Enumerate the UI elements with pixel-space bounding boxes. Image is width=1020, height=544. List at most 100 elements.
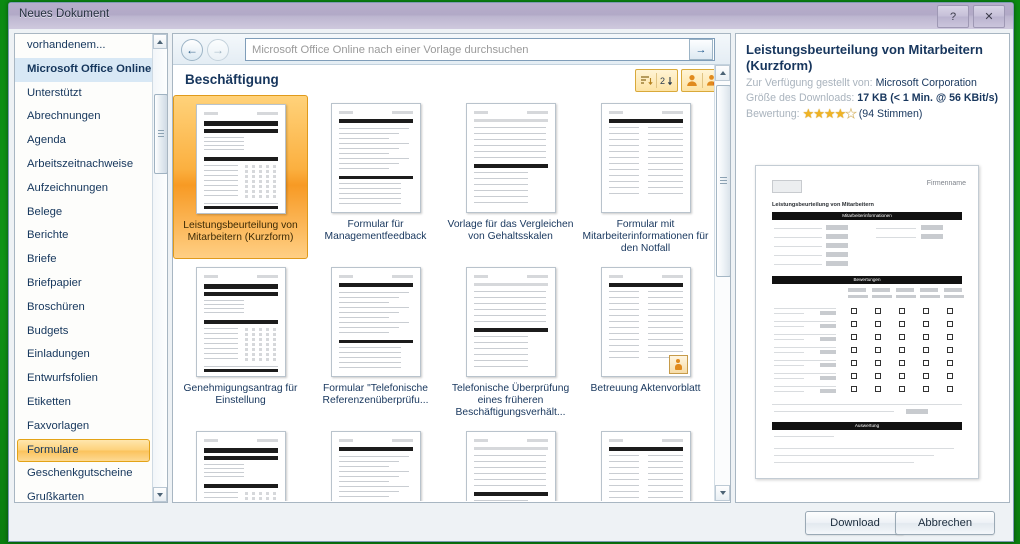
sidebar-scroll-up-icon[interactable] <box>153 34 167 49</box>
thumbnail-detail <box>256 112 278 115</box>
search-field[interactable]: Microsoft Office Online nach einer Vorla… <box>245 38 715 61</box>
template-item[interactable] <box>578 423 713 501</box>
template-thumbnail[interactable] <box>600 431 691 501</box>
template-item[interactable]: Genehmigungsantrag für Einstellung <box>173 259 308 423</box>
template-thumbnail[interactable] <box>195 267 286 377</box>
template-item[interactable] <box>443 423 578 501</box>
sidebar-scroll-down-icon[interactable] <box>153 487 167 502</box>
template-thumbnail[interactable] <box>195 104 286 214</box>
template-thumbnail[interactable] <box>465 431 556 501</box>
thumbnail-detail <box>338 322 409 323</box>
thumbnail-detail <box>473 190 528 191</box>
download-button[interactable]: Download <box>805 511 905 535</box>
sidebar-item-gru-karten[interactable]: Grußkarten <box>15 486 153 502</box>
template-item[interactable] <box>308 423 443 501</box>
template-item[interactable]: Leistungsbeurteilung von Mitarbeitern (K… <box>173 95 308 259</box>
template-row <box>173 423 715 501</box>
sidebar-item-formulare[interactable]: Formulare <box>17 438 150 463</box>
thumbnail-detail <box>203 149 244 150</box>
window-title: Neues Dokument <box>19 8 110 20</box>
sidebar-item-briefpapier[interactable]: Briefpapier <box>15 272 153 296</box>
preview-element <box>774 448 954 449</box>
thumbnail-detail <box>338 203 401 204</box>
sidebar-scrollbar[interactable] <box>152 34 167 502</box>
rating-stars[interactable]: ★★★★★ <box>803 106 858 123</box>
preview-element <box>774 386 836 387</box>
sidebar-item-etiketten[interactable]: Etiketten <box>15 391 153 415</box>
sidebar-item-budgets[interactable]: Budgets <box>15 320 153 344</box>
forward-icon[interactable]: → <box>207 39 229 61</box>
template-thumbnail[interactable] <box>600 267 691 377</box>
sidebar-item-berichte[interactable]: Berichte <box>15 224 153 248</box>
thumbnail-detail <box>272 185 276 188</box>
thumbnail-detail <box>473 455 546 456</box>
template-thumbnail[interactable] <box>330 267 421 377</box>
user-icon[interactable] <box>682 71 702 90</box>
template-item[interactable]: Vorlage für das Vergleichen von Gehaltss… <box>443 95 578 259</box>
help-button[interactable]: ? <box>937 5 969 28</box>
category-list: vorhandenem... Microsoft Office Online Unt… <box>15 34 153 502</box>
sidebar-item-arbeitszeitnachweise[interactable]: Arbeitszeitnachweise <box>15 153 153 177</box>
sort-filter-icon[interactable] <box>636 71 656 90</box>
thumbnail-detail <box>203 448 278 453</box>
template-item[interactable]: Telefonische Überprüfung eines früheren … <box>443 259 578 423</box>
search-input[interactable]: Microsoft Office Online nach einer Vorla… <box>246 44 689 56</box>
preview-element <box>947 334 953 340</box>
sidebar-scroll-thumb[interactable] <box>154 94 167 174</box>
template-scroll-thumb[interactable] <box>716 85 730 277</box>
sidebar-item-microsoft-office-online[interactable]: Microsoft Office Online <box>15 57 153 82</box>
preview-element <box>875 308 881 314</box>
thumbnail-detail <box>526 111 548 114</box>
sidebar-item-brosch-ren[interactable]: Broschüren <box>15 296 153 320</box>
template-item[interactable]: Formular "Telefonische Referenzenüberprü… <box>308 259 443 423</box>
sort-az-icon[interactable]: 2 <box>657 71 677 90</box>
template-caption: Formular für Managementfeedback <box>324 219 427 242</box>
template-thumbnail[interactable] <box>600 103 691 213</box>
preview-doc-title: Leistungsbeurteilung von Mitarbeitern <box>772 202 874 208</box>
sidebar-item-abrechnungen[interactable]: Abrechnungen <box>15 105 153 129</box>
sidebar-item-geschenkgutscheine[interactable]: Geschenkgutscheine <box>15 462 153 486</box>
template-thumbnail[interactable] <box>330 431 421 501</box>
sidebar-item-briefe[interactable]: Briefe <box>15 248 153 272</box>
template-item[interactable]: Betreuung Aktenvorblatt <box>578 259 713 423</box>
sidebar-item-entwurfsfolien[interactable]: Entwurfsfolien <box>15 367 153 391</box>
thumbnail-detail <box>244 353 248 356</box>
thumbnail-detail <box>608 339 639 340</box>
thumbnail-detail <box>473 275 488 278</box>
sidebar-item-label: Microsoft Office Online <box>27 62 152 75</box>
thumbnail-detail <box>258 348 262 351</box>
template-scroll-up-icon[interactable] <box>715 65 730 81</box>
template-item[interactable] <box>173 423 308 501</box>
thumbnail-detail <box>338 148 399 149</box>
template-scroll-down-icon[interactable] <box>715 485 730 501</box>
thumbnail-detail <box>647 485 683 486</box>
thumbnail-detail <box>647 303 683 304</box>
template-thumbnail[interactable] <box>195 431 286 501</box>
cancel-button[interactable]: Abbrechen <box>895 511 995 535</box>
sidebar-item-einladungen[interactable]: Einladungen <box>15 343 153 367</box>
template-item[interactable]: Formular mit Mitarbeiterinformationen fü… <box>578 95 713 259</box>
sidebar-item-faxvorlagen[interactable]: Faxvorlagen <box>15 415 153 439</box>
sidebar-item-unterst-tzt[interactable]: Unterstützt <box>15 82 153 106</box>
thumbnail-detail <box>272 180 276 183</box>
back-icon[interactable]: ← <box>181 39 203 61</box>
template-item[interactable]: Formular für Managementfeedback <box>308 95 443 259</box>
thumbnail-detail <box>265 353 269 356</box>
sidebar-item-vorhandenem[interactable]: vorhandenem... <box>15 34 153 58</box>
thumbnail-detail <box>647 291 683 292</box>
sidebar-item-aufzeichnungen[interactable]: Aufzeichnungen <box>15 177 153 201</box>
thumbnail-detail <box>258 175 262 178</box>
template-thumbnail[interactable] <box>465 267 556 377</box>
sidebar-item-agenda[interactable]: Agenda <box>15 129 153 153</box>
thumbnail-detail <box>473 303 546 304</box>
close-button[interactable]: ✕ <box>973 5 1005 28</box>
thumbnail-detail <box>608 193 639 194</box>
search-submit-icon[interactable]: → <box>689 39 713 60</box>
template-thumbnail[interactable] <box>465 103 556 213</box>
sidebar-item-belege[interactable]: Belege <box>15 201 153 225</box>
template-thumbnail[interactable] <box>330 103 421 213</box>
thumbnail-detail <box>338 491 399 492</box>
preview-element <box>920 295 940 298</box>
thumbnail-detail <box>338 357 401 358</box>
template-scrollbar[interactable] <box>714 65 730 501</box>
